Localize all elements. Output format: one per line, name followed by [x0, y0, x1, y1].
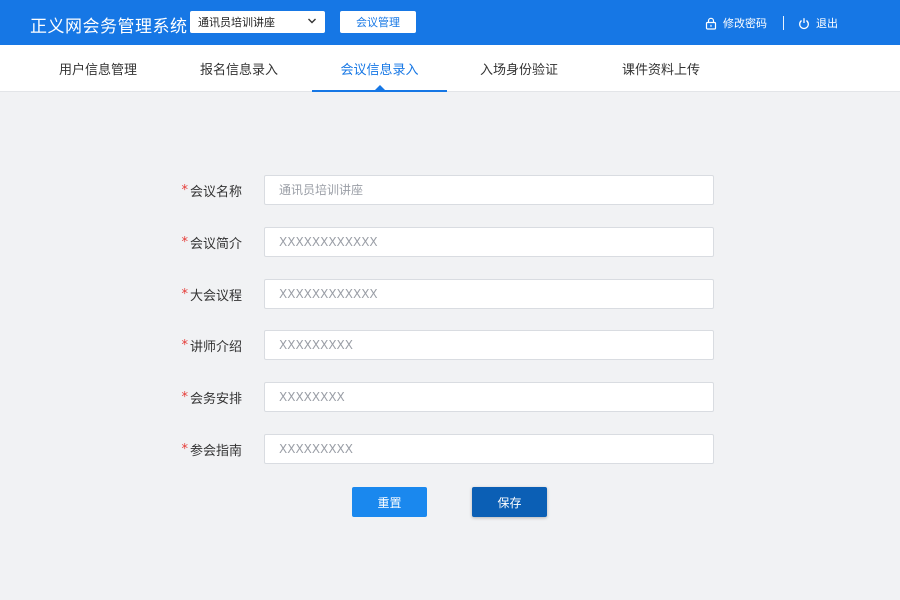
- form-row-attendee-guide: * 参会指南: [0, 434, 900, 464]
- active-tab-caret: [374, 85, 385, 90]
- field-label-text: 会议简介: [189, 236, 242, 252]
- attendee-guide-input[interactable]: [264, 434, 714, 464]
- field-label-text: 会议名称: [189, 184, 242, 200]
- required-mark: *: [181, 337, 188, 353]
- meeting-name-input[interactable]: [264, 175, 714, 205]
- field-label-text: 参会指南: [189, 443, 242, 459]
- form-row-meeting-name: * 会议名称: [0, 175, 900, 205]
- reset-button[interactable]: 重置: [352, 487, 427, 517]
- field-label: * 讲师介绍: [181, 330, 242, 360]
- form-row-arrangements: * 会务安排: [0, 382, 900, 412]
- change-password-label: 修改密码: [723, 17, 767, 30]
- required-mark: *: [181, 182, 188, 198]
- field-label-text: 讲师介绍: [189, 339, 242, 355]
- field-label: * 大会议程: [181, 279, 242, 309]
- speaker-intro-input[interactable]: [264, 330, 714, 360]
- field-label: * 会务安排: [181, 382, 242, 412]
- save-button[interactable]: 保存: [472, 487, 547, 517]
- field-label: * 参会指南: [181, 434, 242, 464]
- app-title: 正义网会务管理系统: [30, 17, 188, 37]
- field-label-text: 会务安排: [189, 391, 242, 407]
- meeting-select-dropdown[interactable]: 通讯员培训讲座: [190, 11, 325, 33]
- logout-link[interactable]: 退出: [798, 15, 838, 31]
- change-password-link[interactable]: 修改密码: [705, 15, 767, 31]
- tab-label: 入场身份验证: [479, 63, 558, 78]
- user-actions: 修改密码 退出: [705, 14, 838, 32]
- tab-meeting-info-entry[interactable]: 会议信息录入: [312, 45, 447, 92]
- form-row-meeting-intro: * 会议简介: [0, 227, 900, 257]
- tab-label: 用户信息管理: [58, 63, 137, 78]
- required-mark: *: [181, 234, 188, 250]
- chevron-down-icon: [308, 18, 316, 24]
- required-mark: *: [181, 286, 188, 302]
- form-row-agenda: * 大会议程: [0, 279, 900, 309]
- field-label: * 会议名称: [181, 175, 242, 205]
- header-divider: [783, 16, 784, 30]
- required-mark: *: [181, 389, 188, 405]
- lock-icon: [705, 17, 717, 30]
- meeting-intro-input[interactable]: [264, 227, 714, 257]
- field-label-text: 大会议程: [189, 288, 242, 304]
- meeting-manage-button[interactable]: 会议管理: [340, 11, 416, 33]
- tab-user-info[interactable]: 用户信息管理: [46, 45, 150, 92]
- form-row-speaker-intro: * 讲师介绍: [0, 330, 900, 360]
- tab-entry-verification[interactable]: 入场身份验证: [467, 45, 571, 92]
- tab-courseware-upload[interactable]: 课件资料上传: [609, 45, 713, 92]
- required-mark: *: [181, 441, 188, 457]
- top-header-bar: 正义网会务管理系统 通讯员培训讲座 会议管理 修改密码 退出: [0, 0, 900, 45]
- arrangements-input[interactable]: [264, 382, 714, 412]
- tab-bar: 用户信息管理 报名信息录入 会议信息录入 入场身份验证 课件资料上传: [0, 45, 900, 92]
- tab-label: 报名信息录入: [199, 63, 278, 78]
- power-icon: [799, 17, 809, 29]
- meeting-select-value: 通讯员培训讲座: [198, 16, 275, 29]
- tab-label: 会议信息录入: [340, 63, 419, 78]
- tab-registration-entry[interactable]: 报名信息录入: [187, 45, 291, 92]
- logout-label: 退出: [816, 17, 838, 30]
- tab-label: 课件资料上传: [621, 63, 700, 78]
- field-label: * 会议简介: [181, 227, 242, 257]
- agenda-input[interactable]: [264, 279, 714, 309]
